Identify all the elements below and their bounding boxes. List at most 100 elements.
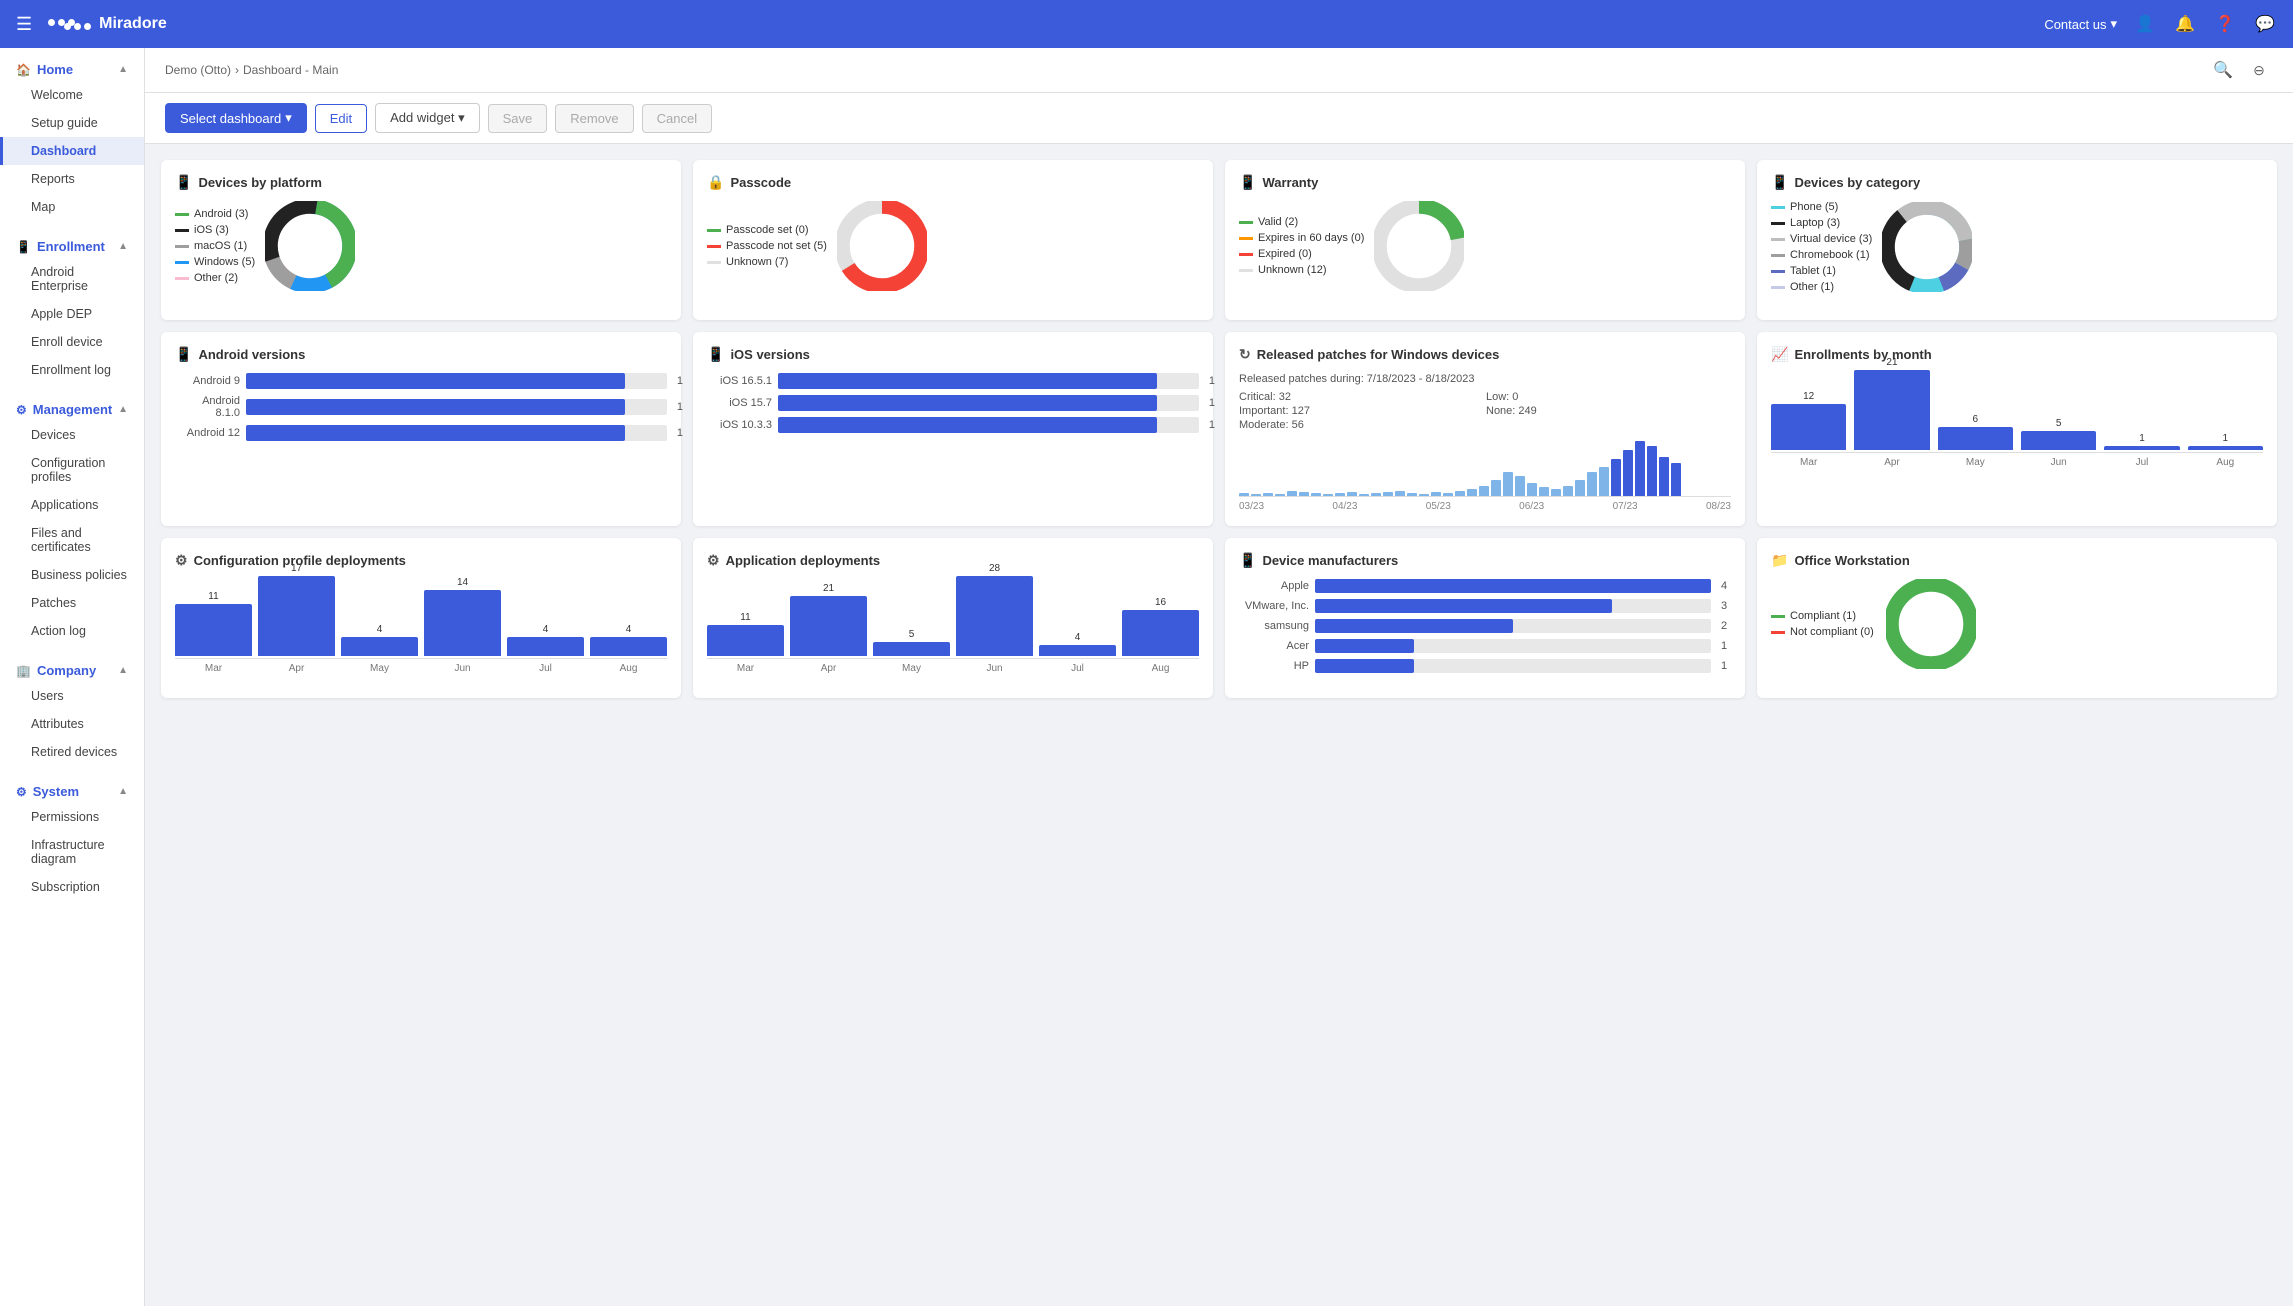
patch-bar	[1467, 489, 1477, 496]
select-dashboard-button[interactable]: Select dashboard ▾	[165, 103, 307, 133]
patch-bar	[1395, 491, 1405, 496]
sidebar-item-apple-dep[interactable]: Apple DEP	[0, 300, 144, 328]
sidebar-management-header[interactable]: ⚙ Management ▲	[0, 392, 144, 421]
sidebar-item-setup-guide[interactable]: Setup guide	[0, 109, 144, 137]
breadcrumb-part2: Dashboard - Main	[243, 63, 338, 77]
sidebar-enrollment-header[interactable]: 📱 Enrollment ▲	[0, 229, 144, 258]
sidebar-system-header[interactable]: ⚙ System ▲	[0, 774, 144, 803]
patch-bar	[1527, 483, 1537, 496]
home-icon: 🏠	[16, 63, 31, 77]
sidebar-company-label: Company	[37, 663, 96, 678]
patch-bar	[1659, 457, 1669, 496]
home-chevron: ▲	[118, 64, 128, 75]
sidebar-item-map[interactable]: Map	[0, 193, 144, 221]
cancel-button[interactable]: Cancel	[642, 104, 712, 133]
widget-title-devices-category: Devices by category	[1794, 175, 1920, 190]
sidebar-item-files-certs[interactable]: Files and certificates	[0, 519, 144, 561]
patch-bar	[1563, 486, 1573, 496]
hbar-row: HP 1	[1239, 659, 1731, 673]
reports-label: Reports	[31, 172, 75, 186]
patch-bar	[1287, 491, 1297, 496]
patch-bar	[1371, 493, 1381, 496]
sidebar-item-config-profiles[interactable]: Configuration profiles	[0, 449, 144, 491]
widget-warranty: 📱 Warranty Valid (2) Expires in 60 days …	[1225, 160, 1745, 320]
bar-row: iOS 16.5.1 1	[707, 373, 1199, 389]
widget-device-manufacturers: 📱 Device manufacturers Apple 4 VMware, I…	[1225, 538, 1745, 698]
sidebar-item-devices[interactable]: Devices	[0, 421, 144, 449]
breadcrumb-separator: ›	[235, 63, 239, 77]
help-icon[interactable]: ❓	[2213, 12, 2237, 36]
widget-patches: ↻ Released patches for Windows devices R…	[1225, 332, 1745, 526]
sidebar-item-welcome[interactable]: Welcome	[0, 81, 144, 109]
bell-icon[interactable]: 🔔	[2173, 12, 2197, 36]
logo-dots	[48, 19, 91, 30]
patch-bar	[1251, 494, 1261, 496]
sidebar-item-subscription[interactable]: Subscription	[0, 873, 144, 901]
patch-bar	[1539, 487, 1549, 496]
sidebar-item-applications[interactable]: Applications	[0, 491, 144, 519]
patches-stats: Critical: 32Low: 0 Important: 127None: 2…	[1239, 391, 1731, 431]
config-deploy-chart: 11 17 4 14 4	[175, 579, 667, 659]
sidebar-item-android-enterprise[interactable]: Android Enterprise	[0, 258, 144, 300]
patch-bar	[1515, 476, 1525, 496]
management-chevron: ▲	[118, 404, 128, 415]
patch-bar	[1647, 446, 1657, 496]
breadcrumb-part1: Demo (Otto)	[165, 63, 231, 77]
edit-button[interactable]: Edit	[315, 104, 367, 133]
hbar-row: Apple 4	[1239, 579, 1731, 593]
sidebar-item-patches[interactable]: Patches	[0, 589, 144, 617]
dashboard-label: Dashboard	[31, 144, 96, 158]
menu-icon[interactable]: ☰	[16, 14, 32, 35]
sidebar-item-enroll-device[interactable]: Enroll device	[0, 328, 144, 356]
enroll-col: 1	[2188, 433, 2263, 450]
patch-bar	[1239, 493, 1249, 496]
sidebar-item-dashboard[interactable]: Dashboard	[0, 137, 144, 165]
sidebar-item-retired-devices[interactable]: Retired devices	[0, 738, 144, 766]
save-button[interactable]: Save	[488, 104, 548, 133]
sidebar-item-enrollment-log[interactable]: Enrollment log	[0, 356, 144, 384]
enroll-labels: Mar Apr May Jun Jul Aug	[1771, 457, 2263, 468]
patch-bar	[1431, 492, 1441, 496]
widget-title-patches: Released patches for Windows devices	[1257, 347, 1500, 362]
widget-devices-by-category: 📱 Devices by category Phone (5) Laptop (…	[1757, 160, 2277, 320]
sidebar-item-business-policies[interactable]: Business policies	[0, 561, 144, 589]
setup-guide-label: Setup guide	[31, 116, 98, 130]
add-widget-button[interactable]: Add widget ▾	[375, 103, 479, 133]
main-header: Demo (Otto) › Dashboard - Main 🔍 ⊖	[145, 48, 2293, 93]
sidebar-item-infra-diagram[interactable]: Infrastructure diagram	[0, 831, 144, 873]
widget-config-deployments: ⚙ Configuration profile deployments 11 1…	[161, 538, 681, 698]
sidebar-home-header[interactable]: 🏠 Home ▲	[0, 52, 144, 81]
enroll-col: 5	[2021, 418, 2096, 450]
sidebar-company-section: 🏢 Company ▲ Users Attributes Retired dev…	[0, 649, 144, 770]
sidebar-item-permissions[interactable]: Permissions	[0, 803, 144, 831]
phone-icon-category: 📱	[1771, 174, 1788, 191]
user-icon[interactable]: 👤	[2133, 12, 2157, 36]
patch-bar	[1443, 493, 1453, 496]
company-icon: 🏢	[16, 664, 31, 678]
sidebar-item-attributes[interactable]: Attributes	[0, 710, 144, 738]
remove-button[interactable]: Remove	[555, 104, 633, 133]
android-icon: 📱	[175, 346, 192, 363]
chat-icon[interactable]: 💬	[2253, 12, 2277, 36]
patches-xlabels: 03/23 04/23 05/23 06/23 07/23 08/23	[1239, 501, 1731, 512]
patch-bar	[1611, 459, 1621, 496]
sidebar-home-section: 🏠 Home ▲ Welcome Setup guide Dashboard R…	[0, 48, 144, 225]
sidebar-system-section: ⚙ System ▲ Permissions Infrastructure di…	[0, 770, 144, 905]
patch-bar	[1599, 467, 1609, 496]
patches-chart	[1239, 437, 1731, 497]
ow-legend: Compliant (1) Not compliant (0)	[1771, 610, 1874, 638]
zoom-in-icon[interactable]: 🔍	[2209, 56, 2237, 84]
patch-bar	[1635, 441, 1645, 496]
patch-bar	[1419, 494, 1429, 496]
enrollments-chart: 12 21 6 5 1	[1771, 373, 2263, 453]
sidebar-item-action-log[interactable]: Action log	[0, 617, 144, 645]
sidebar-item-reports[interactable]: Reports	[0, 165, 144, 193]
enroll-col: 21	[1854, 357, 1929, 450]
contact-us-button[interactable]: Contact us ▾	[2044, 16, 2117, 32]
logo: Miradore	[48, 15, 167, 33]
zoom-out-icon[interactable]: ⊖	[2245, 56, 2273, 84]
widget-office-workstation: 📁 Office Workstation Compliant (1) Not c…	[1757, 538, 2277, 698]
sidebar-company-header[interactable]: 🏢 Company ▲	[0, 653, 144, 682]
sidebar-item-users[interactable]: Users	[0, 682, 144, 710]
hbar-row: samsung 2	[1239, 619, 1731, 633]
